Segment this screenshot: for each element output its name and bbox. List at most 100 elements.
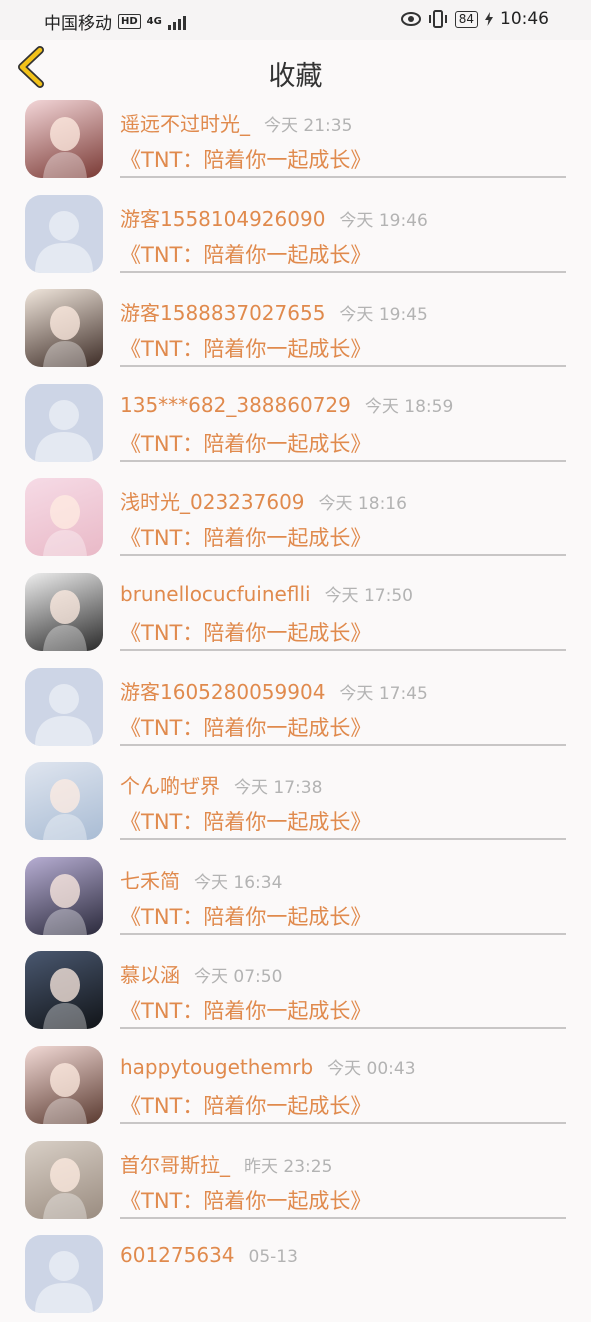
book-title-link[interactable]: 《TNT：陪着你一起成长》	[120, 901, 371, 931]
divider	[120, 459, 566, 462]
status-right: 84 10:46	[400, 9, 549, 29]
user-name: 135***682_388860729	[120, 392, 351, 417]
timestamp: 05-13	[248, 1247, 298, 1268]
vibrate-icon	[428, 10, 447, 28]
favorite-item[interactable]: 七禾简 今天 16:34 《TNT：陪着你一起成长》	[0, 849, 591, 944]
favorite-item[interactable]: brunellocucfuineflli 今天 17:50 《TNT：陪着你一起成长…	[0, 565, 591, 660]
divider	[120, 365, 566, 368]
user-name: 慕以涵	[120, 963, 180, 988]
clock: 10:46	[500, 9, 549, 29]
book-title-link[interactable]: 《TNT：陪着你一起成长》	[120, 144, 371, 174]
favorite-item[interactable]: 游客1558104926090 今天 19:46 《TNT：陪着你一起成长》	[0, 187, 591, 282]
timestamp: 今天 18:59	[364, 396, 454, 417]
status-bar: 中国移动 HD 4G 84 10:46	[0, 0, 591, 40]
user-name: happytougethemrb	[120, 1054, 314, 1079]
default-user-icon	[35, 210, 93, 273]
user-name-row: 浅时光_023237609 今天 18:16	[120, 486, 407, 515]
avatar[interactable]	[25, 667, 103, 746]
user-photo-icon	[43, 779, 87, 841]
book-title-link[interactable]: 《TNT：陪着你一起成长》	[120, 428, 371, 458]
favorite-item[interactable]: happytougethemrb 今天 00:43 《TNT：陪着你一起成长》	[0, 1038, 591, 1133]
favorite-item[interactable]: 601275634 05-13	[0, 1227, 591, 1322]
user-name-row: 个ん啲ぜ界 今天 17:38	[120, 770, 322, 799]
user-photo-icon	[43, 873, 87, 935]
user-name: 首尔哥斯拉_	[120, 1152, 230, 1177]
avatar[interactable]	[25, 1235, 103, 1314]
user-photo-icon	[43, 589, 87, 651]
divider	[120, 932, 566, 935]
divider	[120, 554, 566, 557]
user-photo-icon	[43, 306, 87, 368]
user-name-row: 135***682_388860729 今天 18:59	[120, 392, 453, 417]
divider	[120, 1216, 566, 1219]
favorite-item[interactable]: 遥远不过时光_ 今天 21:35 《TNT：陪着你一起成长》	[0, 92, 591, 187]
divider	[120, 743, 566, 746]
timestamp: 今天 19:45	[339, 305, 428, 326]
avatar[interactable]	[25, 194, 103, 273]
app-header: 收藏	[0, 40, 591, 92]
book-title-link[interactable]: 《TNT：陪着你一起成长》	[120, 333, 371, 363]
avatar[interactable]	[25, 1140, 103, 1219]
carrier-label: 中国移动	[44, 14, 112, 34]
avatar[interactable]	[25, 289, 103, 368]
avatar[interactable]	[25, 951, 103, 1030]
favorite-item[interactable]: 游客1588837027655 今天 19:45 《TNT：陪着你一起成长》	[0, 281, 591, 376]
user-name: 浅时光_023237609	[120, 490, 305, 515]
user-photo-icon	[43, 495, 87, 557]
book-title-link[interactable]: 《TNT：陪着你一起成长》	[120, 617, 371, 647]
favorite-item[interactable]: 慕以涵 今天 07:50 《TNT：陪着你一起成长》	[0, 943, 591, 1038]
user-name-row: 七禾简 今天 16:34	[120, 865, 282, 894]
user-name: 遥远不过时光_	[120, 112, 250, 136]
timestamp: 今天 17:38	[234, 778, 323, 799]
avatar[interactable]	[25, 1045, 103, 1124]
user-photo-icon	[43, 1157, 87, 1219]
timestamp: 今天 17:45	[339, 683, 428, 704]
user-name: 游客1605280059904	[120, 679, 326, 704]
avatar[interactable]	[25, 100, 103, 178]
user-name-row: brunellocucfuineflli 今天 17:50	[120, 581, 413, 606]
timestamp: 今天 18:16	[318, 494, 407, 515]
user-name: brunellocucfuineflli	[120, 581, 311, 606]
avatar[interactable]	[25, 572, 103, 651]
charging-icon	[485, 12, 493, 26]
user-name: 七禾简	[120, 868, 180, 893]
divider	[120, 648, 566, 651]
book-title-link[interactable]: 《TNT：陪着你一起成长》	[120, 1090, 371, 1120]
timestamp: 今天 19:46	[339, 210, 428, 231]
user-name-row: 慕以涵 今天 07:50	[120, 959, 282, 988]
divider	[120, 176, 566, 178]
user-name: 个ん啲ぜ界	[120, 774, 220, 799]
favorite-item[interactable]: 个ん啲ぜ界 今天 17:38 《TNT：陪着你一起成长》	[0, 754, 591, 849]
divider	[120, 1027, 566, 1030]
favorite-item[interactable]: 游客1605280059904 今天 17:45 《TNT：陪着你一起成长》	[0, 660, 591, 755]
avatar[interactable]	[25, 478, 103, 557]
hd-badge: HD	[118, 14, 141, 29]
user-name: 601275634	[120, 1243, 235, 1268]
avatar[interactable]	[25, 383, 103, 462]
timestamp: 今天 00:43	[327, 1058, 416, 1079]
timestamp: 今天 21:35	[264, 116, 353, 136]
user-name: 游客1558104926090	[120, 206, 326, 231]
favorite-item[interactable]: 浅时光_023237609 今天 18:16 《TNT：陪着你一起成长》	[0, 470, 591, 565]
book-title-link[interactable]: 《TNT：陪着你一起成长》	[120, 239, 371, 269]
default-user-icon	[35, 1251, 93, 1314]
favorite-item[interactable]: 首尔哥斯拉_ 昨天 23:25 《TNT：陪着你一起成长》	[0, 1133, 591, 1228]
user-name-row: 游客1588837027655 今天 19:45	[120, 297, 428, 326]
book-title-link[interactable]: 《TNT：陪着你一起成长》	[120, 712, 371, 742]
default-user-icon	[35, 399, 93, 462]
page-title: 收藏	[268, 61, 323, 92]
user-name: 游客1588837027655	[120, 301, 326, 326]
favorite-item[interactable]: 135***682_388860729 今天 18:59 《TNT：陪着你一起成长》	[0, 376, 591, 471]
status-left: 中国移动 HD 4G	[44, 9, 186, 34]
user-photo-icon	[43, 117, 87, 178]
user-name-row: 游客1558104926090 今天 19:46	[120, 203, 428, 232]
book-title-link[interactable]: 《TNT：陪着你一起成长》	[120, 806, 371, 836]
book-title-link[interactable]: 《TNT：陪着你一起成长》	[120, 995, 371, 1025]
book-title-link[interactable]: 《TNT：陪着你一起成长》	[120, 522, 371, 552]
timestamp: 今天 17:50	[324, 585, 413, 606]
avatar[interactable]	[25, 856, 103, 935]
user-name-row: happytougethemrb 今天 00:43	[120, 1054, 416, 1079]
book-title-link[interactable]: 《TNT：陪着你一起成长》	[120, 1185, 371, 1215]
avatar[interactable]	[25, 762, 103, 841]
timestamp: 今天 07:50	[194, 967, 283, 988]
